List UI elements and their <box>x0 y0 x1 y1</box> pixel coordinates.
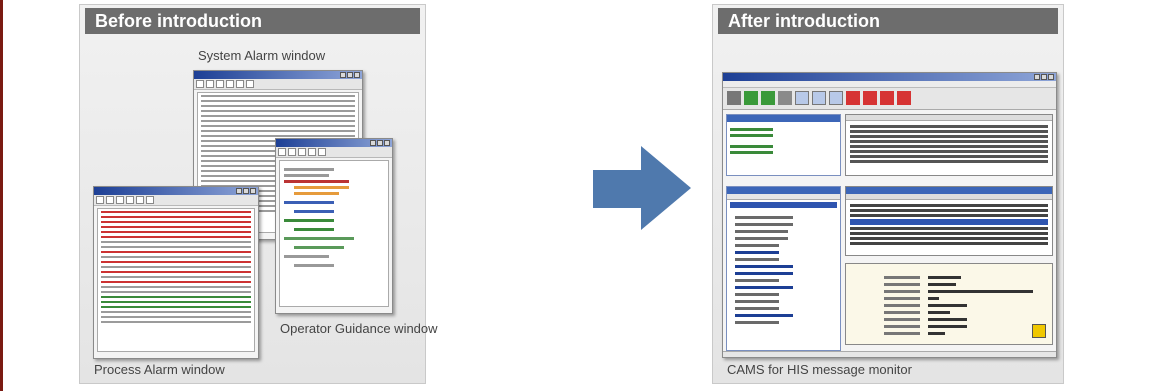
process-alarm-window <box>93 186 259 359</box>
after-introduction-header: After introduction <box>718 8 1058 34</box>
before-introduction-panel: Before introduction System Alarm window <box>79 4 438 384</box>
process-alarm-label: Process Alarm window <box>94 362 225 377</box>
system-alarm-label: System Alarm window <box>198 48 326 63</box>
right-arrow-icon <box>593 146 691 230</box>
left-accent-rule <box>0 0 3 391</box>
before-introduction-header: Before introduction <box>85 8 420 34</box>
cams-caption: CAMS for HIS message monitor <box>727 362 912 377</box>
after-introduction-panel: After introduction CAMS for HIS message … <box>712 4 1064 384</box>
operator-guidance-label: Operator Guidance window <box>280 321 438 336</box>
cams-message-monitor-window <box>722 72 1057 358</box>
operator-guidance-window <box>275 138 393 314</box>
